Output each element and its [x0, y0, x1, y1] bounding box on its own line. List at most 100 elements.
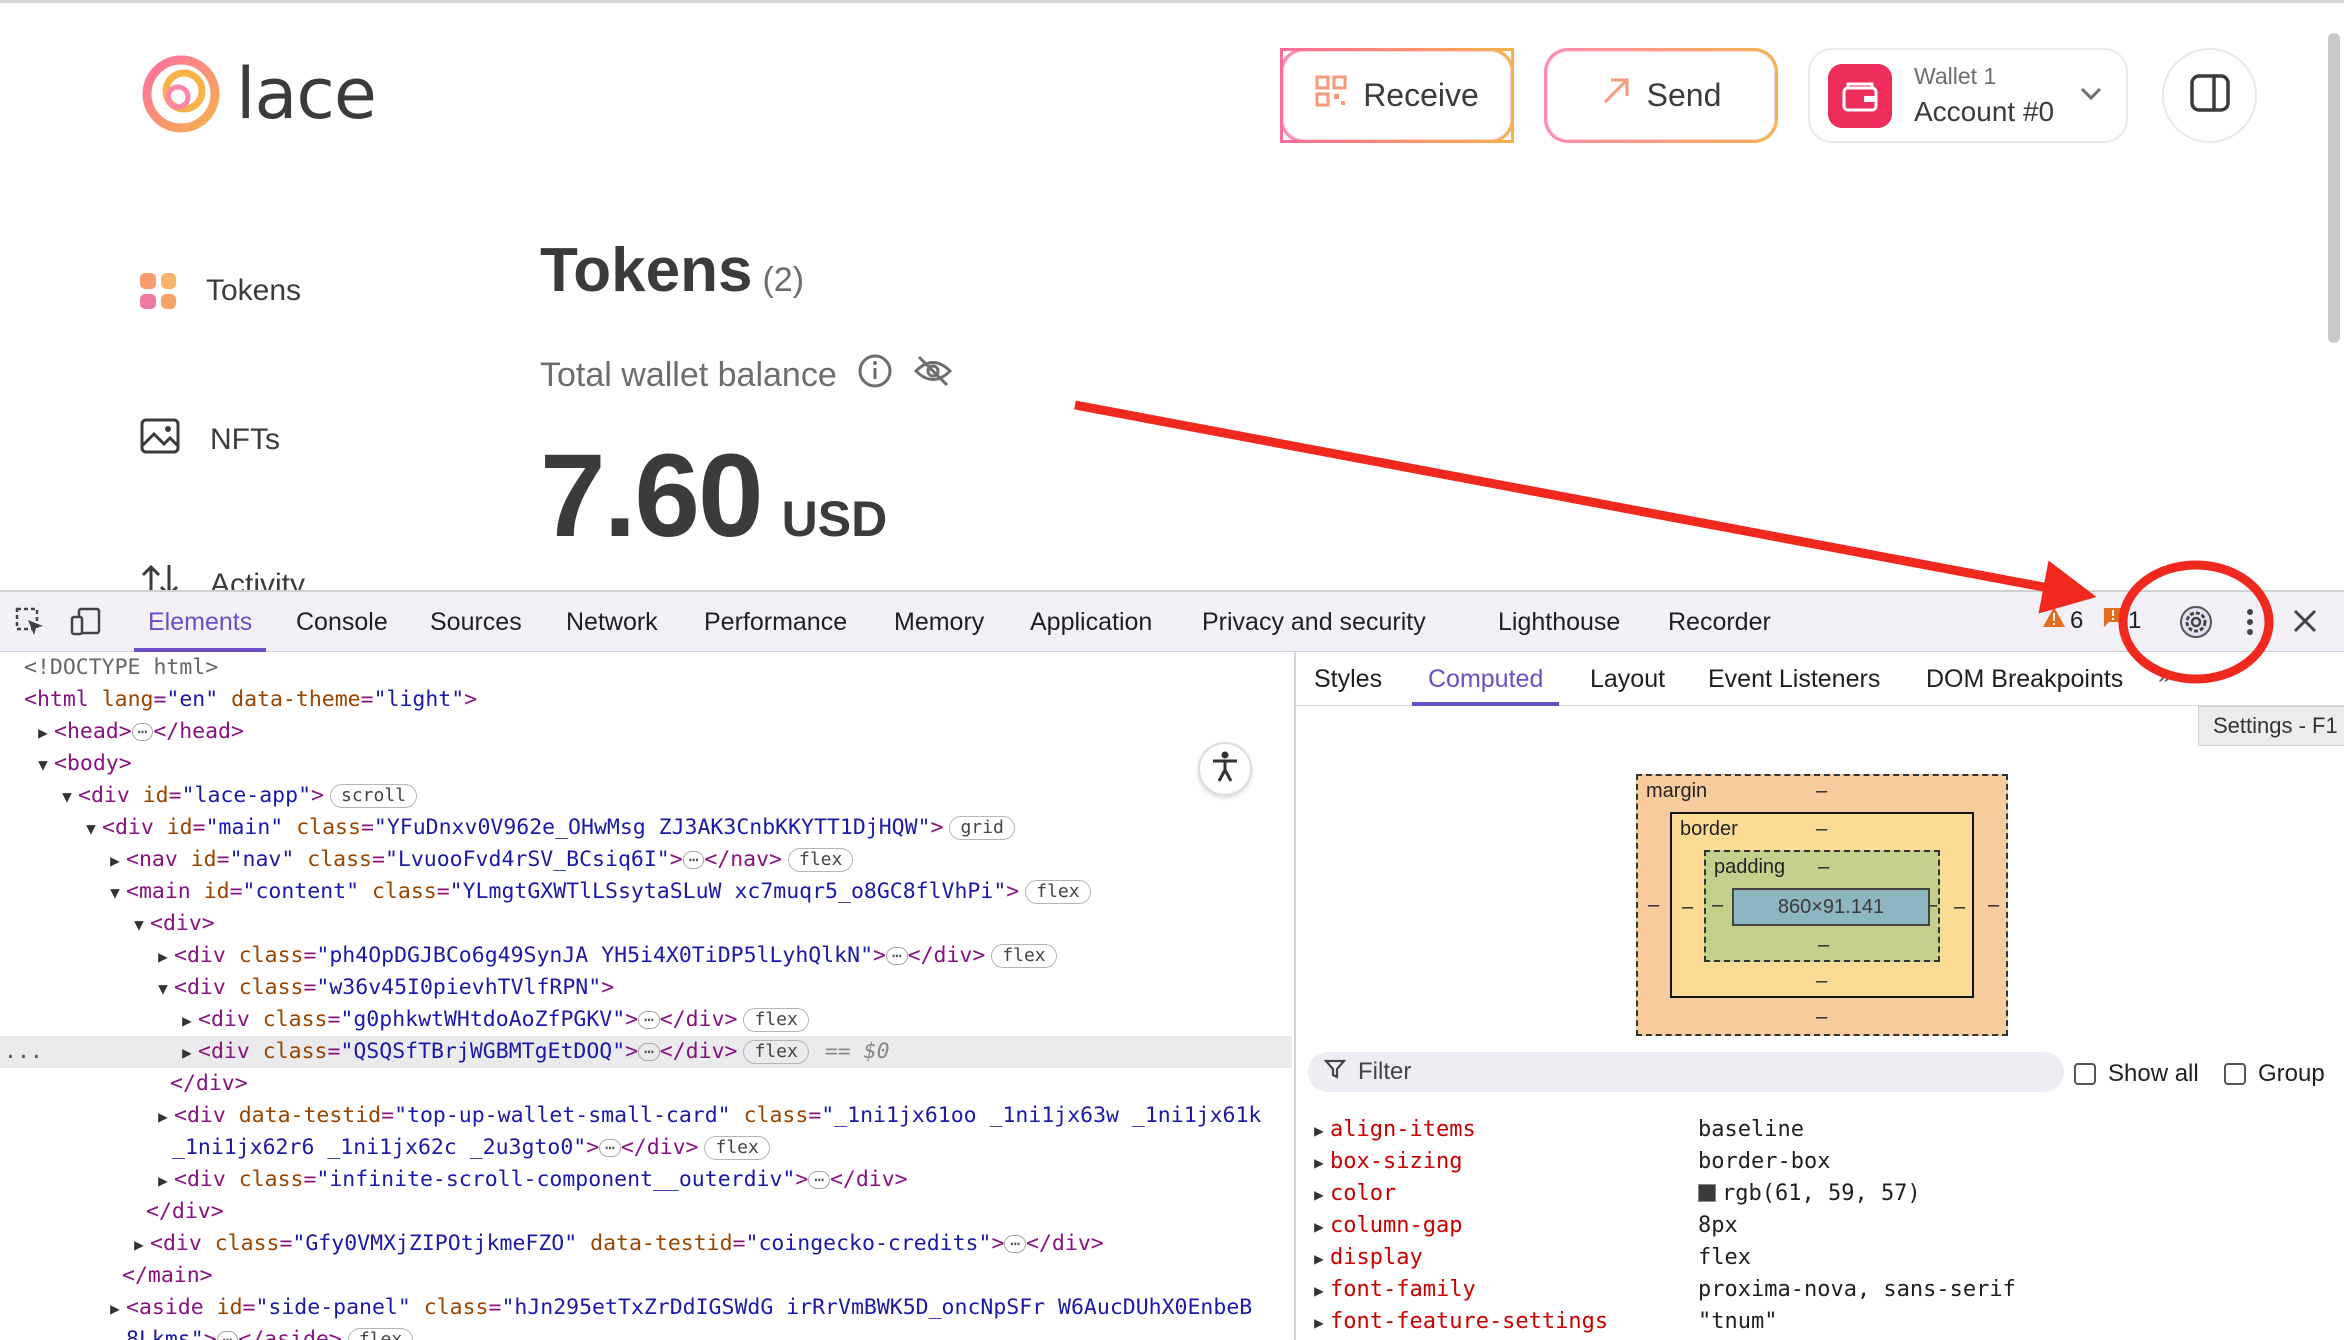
dom-line-div-g0p[interactable]: ▶ <div class="g0phkwtWHtdoAoZfPGKV"> ⋯ </di…: [0, 1004, 1292, 1036]
expand-triangle-icon[interactable]: ▶: [1308, 1243, 1330, 1275]
info-icon[interactable]: [857, 353, 893, 398]
computed-property-row[interactable]: ▶ box-sizing border-box: [1308, 1146, 2338, 1178]
flex-badge[interactable]: flex: [347, 1328, 414, 1340]
row-dots[interactable]: ...: [4, 1036, 43, 1068]
tab-computed[interactable]: Computed: [1411, 652, 1560, 706]
box-model-margin[interactable]: margin – – – – border – – – – padding – …: [1636, 774, 2008, 1036]
computed-styles-pane: Styles Computed Layout Event Listeners D…: [1294, 652, 2344, 1340]
close-devtools-icon[interactable]: [2292, 608, 2318, 641]
expand-triangle-icon[interactable]: ▶: [1308, 1275, 1330, 1307]
expand-triangle-icon[interactable]: ▶: [1308, 1147, 1330, 1179]
expand-triangle-icon[interactable]: ▶: [1308, 1179, 1330, 1211]
flex-badge[interactable]: flex: [788, 848, 854, 872]
eye-off-icon[interactable]: [913, 354, 953, 397]
expand-triangle-icon[interactable]: ▶: [1308, 1211, 1330, 1243]
more-tabs-chevron-icon[interactable]: »: [2158, 662, 2171, 690]
box-model-padding[interactable]: padding – – – – 860×91.141: [1704, 850, 1940, 962]
box-model-border[interactable]: border – – – – padding – – – – 860×91.14…: [1670, 812, 1974, 998]
page-scrollbar[interactable]: [2328, 33, 2340, 343]
inspect-element-icon[interactable]: [14, 606, 46, 638]
flex-badge[interactable]: flex: [743, 1008, 809, 1032]
tab-styles[interactable]: Styles: [1314, 652, 1382, 706]
dom-line-close-div[interactable]: </div>: [0, 1068, 1292, 1100]
qr-code-icon: [1315, 75, 1347, 116]
grid-badge[interactable]: grid: [949, 816, 1015, 840]
device-toolbar-icon[interactable]: [70, 606, 102, 638]
dom-line-infinite[interactable]: ▶ <div class="infinite-scroll-component__…: [0, 1164, 1292, 1196]
send-button[interactable]: Send: [1544, 48, 1778, 143]
computed-property-row[interactable]: ▶ color rgb(61, 59, 57): [1308, 1178, 2338, 1210]
computed-property-row[interactable]: ▶ font-feature-settings "tnum": [1308, 1306, 2338, 1338]
checkbox-box[interactable]: [2074, 1063, 2096, 1085]
tab-lighthouse[interactable]: Lighthouse: [1498, 592, 1620, 652]
tab-memory[interactable]: Memory: [894, 592, 984, 652]
dom-line-body[interactable]: ▼ <body>: [0, 748, 1292, 780]
property-value: flex: [1698, 1242, 1751, 1274]
toggle-side-panel-button[interactable]: [2162, 48, 2257, 143]
show-all-checkbox[interactable]: Show all: [2074, 1060, 2199, 1088]
wallet-selector[interactable]: Wallet 1 Account #0: [1808, 48, 2128, 143]
tab-performance[interactable]: Performance: [704, 592, 847, 652]
dom-line-doctype[interactable]: <!DOCTYPE html>: [0, 652, 1292, 684]
border-top-value: –: [1816, 818, 1828, 840]
dom-line-main[interactable]: ▼ <main id="content" class="YLmgtGXWTlLSs…: [0, 876, 1292, 908]
expand-triangle-icon[interactable]: ▶: [1308, 1307, 1330, 1339]
lace-logo[interactable]: lace: [140, 53, 377, 135]
computed-property-row[interactable]: ▶ align-items baseline: [1308, 1114, 2338, 1146]
flex-badge[interactable]: flex: [991, 944, 1057, 968]
more-options-icon[interactable]: [2244, 606, 2256, 645]
dom-line-topup[interactable]: ▶ <div data-testid="top-up-wallet-small-c…: [0, 1100, 1292, 1132]
expand-triangle-icon[interactable]: ▶: [1308, 1115, 1330, 1147]
settings-gear-icon[interactable]: [2172, 604, 2220, 647]
padding-top-value: –: [1818, 856, 1830, 878]
dom-line-lace-app[interactable]: ▼ <div id="lace-app"> scroll: [0, 780, 1292, 812]
scroll-badge[interactable]: scroll: [329, 784, 418, 808]
receive-button[interactable]: Receive: [1280, 48, 1514, 143]
accessibility-tree-button[interactable]: [1198, 742, 1252, 796]
flex-badge[interactable]: flex: [743, 1040, 809, 1064]
dom-line-head[interactable]: ▶ <head> ⋯ </head>: [0, 716, 1292, 748]
dom-line-html[interactable]: <html lang="en" data-theme="light">: [0, 684, 1292, 716]
flex-badge[interactable]: flex: [704, 1136, 770, 1160]
group-checkbox[interactable]: Group: [2224, 1060, 2325, 1088]
checkbox-box[interactable]: [2224, 1063, 2246, 1085]
dom-line-aside[interactable]: ▶ <aside id="side-panel" class="hJn295etT…: [0, 1292, 1292, 1324]
tab-dom-breakpoints[interactable]: DOM Breakpoints: [1926, 652, 2123, 706]
dom-line-close-main[interactable]: </main>: [0, 1260, 1292, 1292]
sidebar-item-tokens[interactable]: Tokens: [140, 273, 301, 309]
dom-line-div-ph4[interactable]: ▶ <div class="ph4OpDGJBCo6g49SynJA YH5i4X…: [0, 940, 1292, 972]
arrows-up-down-icon: [140, 563, 180, 590]
sidebar-item-nfts[interactable]: NFTs: [140, 418, 280, 462]
dom-line-div[interactable]: ▼ <div>: [0, 908, 1292, 940]
dom-line-topup-cont[interactable]: _1ni1jx62r6 _1ni1jx62c _2u3gto0"> ⋯ </div>…: [0, 1132, 1292, 1164]
tab-event-listeners[interactable]: Event Listeners: [1708, 652, 1880, 706]
tab-sources[interactable]: Sources: [430, 592, 522, 652]
tab-recorder[interactable]: Recorder: [1668, 592, 1771, 652]
issues-counter[interactable]: 1: [2102, 606, 2141, 635]
computed-property-row[interactable]: ▶ column-gap 8px: [1308, 1210, 2338, 1242]
tab-network[interactable]: Network: [566, 592, 658, 652]
tab-privacy-security[interactable]: Privacy and security: [1202, 592, 1426, 652]
tab-layout[interactable]: Layout: [1590, 652, 1665, 706]
flex-badge[interactable]: flex: [1025, 880, 1091, 904]
dom-line-close-div2[interactable]: </div>: [0, 1196, 1292, 1228]
dom-line-coingecko[interactable]: ▶ <div class="Gfy0VMXjZIPOtjkmeFZO" data-…: [0, 1228, 1292, 1260]
computed-filter-input[interactable]: Filter: [1308, 1052, 2064, 1092]
dom-line-selected[interactable]: ... ▶ <div class="QSQSfTBrjWGBMTgEtDOQ"> ⋯ <…: [0, 1036, 1292, 1068]
dom-line-nav[interactable]: ▶ <nav id="nav" class="LvuooFvd4rSV_BCsiq…: [0, 844, 1292, 876]
property-name: color: [1330, 1181, 1397, 1206]
computed-property-row[interactable]: ▶ display flex: [1308, 1242, 2338, 1274]
tab-console[interactable]: Console: [296, 592, 388, 652]
box-model-content[interactable]: 860×91.141: [1732, 888, 1930, 926]
tab-application[interactable]: Application: [1030, 592, 1152, 652]
color-swatch[interactable]: [1698, 1184, 1716, 1202]
warnings-counter[interactable]: 6: [2042, 606, 2083, 635]
warning-count: 6: [2070, 606, 2084, 634]
property-value: baseline: [1698, 1114, 1804, 1146]
tab-elements[interactable]: Elements: [133, 592, 267, 652]
dom-line-main-div[interactable]: ▼ <div id="main" class="YFuDnxv0V962e_OHw…: [0, 812, 1292, 844]
computed-property-row[interactable]: ▶ font-family proxima-nova, sans-serif: [1308, 1274, 2338, 1306]
dom-line-aside-cont[interactable]: 8Lkms"> ⋯ </aside> flex: [0, 1324, 1292, 1340]
sidebar-item-activity[interactable]: Activity: [140, 563, 305, 590]
dom-line-div-w36[interactable]: ▼ <div class="w36v45I0pievhTVlfRPN">: [0, 972, 1292, 1004]
